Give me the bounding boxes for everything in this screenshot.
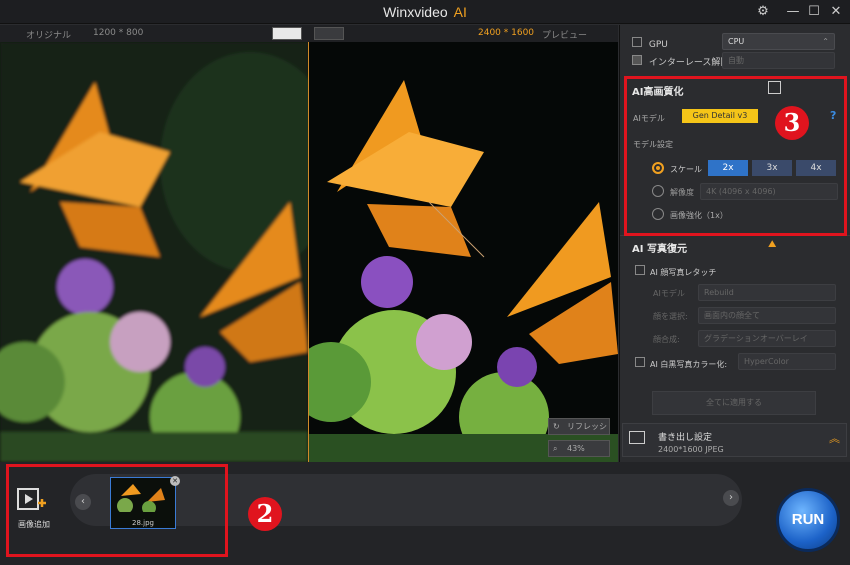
restore-model-value: Rebuild (704, 288, 734, 297)
export-settings[interactable]: 書き出し設定 2400*1600 JPEG ︽ (622, 423, 847, 457)
restore-model-select[interactable]: Rebuild (698, 284, 836, 301)
export-icon (629, 431, 645, 444)
refresh-icon: ↻ (553, 422, 560, 431)
gpu-row: GPU (632, 37, 668, 50)
minimize-icon[interactable]: — (785, 4, 801, 20)
close-icon[interactable]: ✕ (828, 4, 844, 20)
mountain-icon: ⛰ (768, 239, 777, 250)
colorize-row: AI 白黒写真カラー化: (635, 357, 727, 370)
zoom-button[interactable]: ⌕ 43% (548, 440, 610, 457)
original-size: 1200 * 800 (93, 28, 144, 38)
export-title: 書き出し設定 (658, 433, 713, 443)
face-select-value: 画面内の顔全て (704, 311, 760, 320)
gpu-select-value: CPU (728, 37, 745, 46)
preview-image (309, 42, 618, 462)
face-select[interactable]: 画面内の顔全て (698, 307, 836, 324)
colorize-checkbox[interactable] (635, 357, 645, 367)
restore-title: AI 写真復元 (632, 244, 687, 255)
title-bar: Winxvideo AI ⚙ — ☐ ✕ (0, 0, 850, 24)
colorize-select[interactable]: HyperColor (738, 353, 836, 370)
deinterlace-label: インターレース解除 (648, 58, 730, 68)
run-button[interactable]: RUN (776, 488, 840, 552)
zoom-icon: ⌕ (553, 444, 558, 453)
face-retouch-row: AI 顔写真レタッチ (635, 265, 716, 278)
preview-label: プレビュー (542, 31, 588, 41)
face-blend-select[interactable]: グラデーションオーバーレイ (698, 330, 836, 347)
highlight-box-2 (6, 464, 228, 557)
apply-all-button[interactable]: 全てに適用する (652, 391, 816, 415)
app-title-ai: AI (453, 4, 467, 20)
refresh-label: リフレッシ (567, 422, 607, 431)
face-blend-label: 顔合成: (653, 335, 680, 344)
gpu-checkbox[interactable] (632, 37, 642, 47)
colorize-label: AI 白黒写真カラー化: (650, 360, 728, 369)
zoom-value: 43% (567, 444, 585, 453)
app-window: Winxvideo AI ⚙ — ☐ ✕ オリジナル 1200 * 800 240… (0, 0, 850, 565)
output-size: 2400 * 1600 (478, 28, 535, 38)
butterfly-photo-enhanced (309, 42, 618, 462)
highlight-box-3 (624, 76, 847, 236)
deinterlace-value: 自動 (728, 56, 744, 65)
step-badge-3: 3 (775, 106, 809, 140)
single-view-toggle[interactable] (272, 27, 302, 40)
deinterlace-icon (632, 55, 642, 65)
refresh-button[interactable]: ↻ リフレッシ (548, 418, 610, 435)
face-blend-value: グラデーションオーバーレイ (704, 334, 808, 343)
face-retouch-checkbox[interactable] (635, 265, 645, 275)
double-chevron-up-icon[interactable]: ︽ (829, 430, 840, 446)
step-badge-2: 2 (248, 497, 282, 531)
split-view-toggle[interactable] (314, 27, 344, 40)
deinterlace-select[interactable]: 自動 (722, 52, 835, 69)
original-image (0, 42, 308, 462)
deinterlace-row: インターレース解除 (632, 55, 729, 68)
face-retouch-label: AI 顔写真レタッチ (650, 268, 717, 277)
butterfly-photo-original (0, 42, 308, 462)
face-select-label: 顔を選択: (653, 312, 688, 321)
chevron-updown-icon: ⌃ (822, 37, 829, 46)
restore-model-label: AIモデル (653, 289, 685, 298)
original-label: オリジナル (26, 31, 72, 41)
colorize-value: HyperColor (744, 357, 789, 366)
gpu-select[interactable]: CPU ⌃ (722, 33, 835, 50)
viewer-header: オリジナル 1200 * 800 2400 * 1600 プレビュー (0, 25, 618, 42)
gpu-label: GPU (648, 40, 668, 50)
gear-icon[interactable]: ⚙ (755, 4, 771, 20)
app-title-text: Winxvideo (383, 4, 448, 20)
export-detail: 2400*1600 JPEG (658, 445, 724, 454)
app-title: Winxvideo AI (0, 4, 850, 20)
next-arrow-icon[interactable]: › (723, 490, 739, 506)
maximize-icon[interactable]: ☐ (806, 4, 822, 20)
